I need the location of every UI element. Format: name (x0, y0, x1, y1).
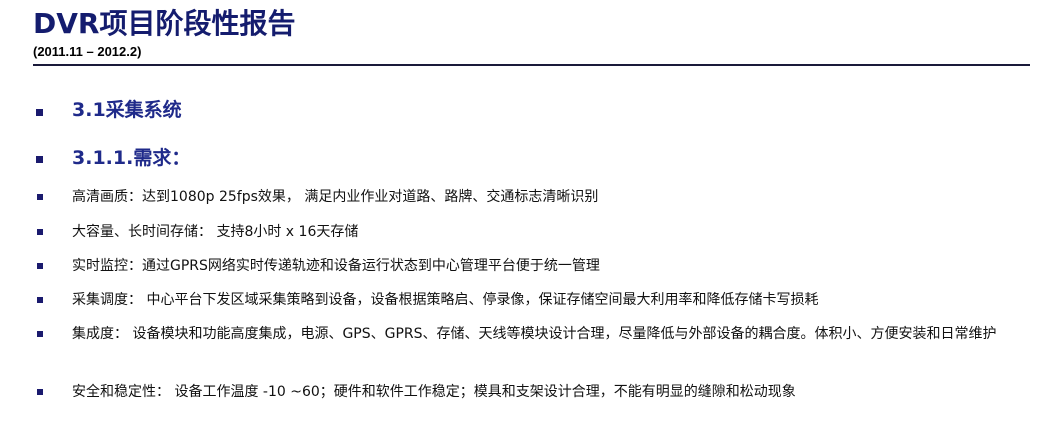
list-bullet-icon (37, 194, 43, 200)
list-bullet-icon (37, 389, 43, 395)
list-item: 采集调度： 中心平台下发区域采集策略到设备，设备根据策略启、停录像，保证存储空间… (72, 292, 819, 308)
heading-bullet-icon (36, 109, 43, 116)
list-item: 集成度： 设备模块和功能高度集成，电源、GPS、GPRS、存储、天线等模块设计合… (72, 326, 997, 342)
list-item: 安全和稳定性： 设备工作温度 -10 ~60；硬件和软件工作稳定；模具和支架设计… (72, 384, 796, 400)
list-item: 实时监控：通过GPRS网络实时传递轨迹和设备运行状态到中心管理平台便于统一管理 (72, 258, 600, 274)
section-heading: 3.1采集系统 (72, 99, 182, 121)
list-bullet-icon (37, 263, 43, 269)
list-bullet-icon (37, 229, 43, 235)
list-bullet-icon (37, 297, 43, 303)
list-item: 大容量、长时间存储： 支持8小时 x 16天存储 (72, 224, 359, 240)
list-bullet-icon (37, 331, 43, 337)
slide: DVR项目阶段性报告 (2011.11 – 2012.2) 3.1采集系统 3.… (0, 0, 1047, 445)
list-item: 高清画质：达到1080p 25fps效果， 满足内业作业对道路、路牌、交通标志清… (72, 189, 599, 205)
heading-bullet-icon (36, 156, 43, 163)
date-range: (2011.11 – 2012.2) (33, 44, 142, 59)
subsection-heading: 3.1.1.需求： (72, 147, 191, 169)
title-divider (33, 64, 1030, 66)
slide-title: DVR项目阶段性报告 (33, 7, 296, 40)
